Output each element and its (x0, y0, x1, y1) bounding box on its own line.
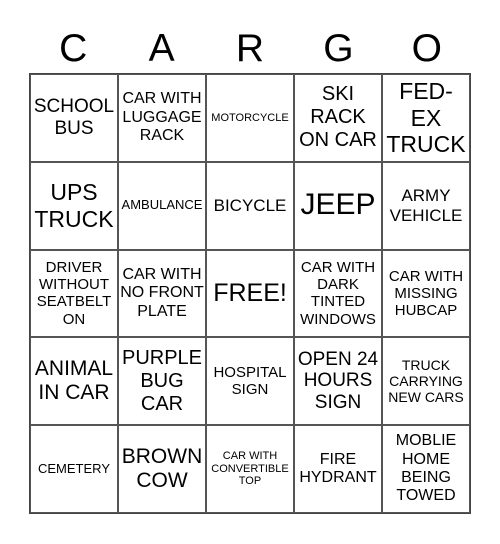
bingo-cell[interactable]: ANIMAL IN CAR (30, 337, 118, 426)
bingo-cell[interactable]: FED-EX TRUCK (382, 74, 470, 162)
bingo-cell[interactable]: PURPLE BUG CAR (118, 337, 206, 426)
bingo-cell[interactable]: TRUCK CARRYING NEW CARS (382, 337, 470, 426)
header-letter: A (148, 27, 175, 70)
bingo-cell[interactable]: BICYCLE (206, 161, 294, 250)
bingo-cell[interactable]: HOSPITAL SIGN (206, 337, 294, 426)
bingo-cell[interactable]: DRIVER WITHOUT SEATBELT ON (30, 249, 118, 338)
bingo-cell[interactable]: JEEP (294, 161, 382, 250)
bingo-cell[interactable]: CEMETERY (30, 425, 118, 513)
header-letter: O (411, 27, 442, 70)
bingo-cell[interactable]: MOTORCYCLE (206, 74, 294, 162)
bingo-cell[interactable]: BROWN COW (118, 425, 206, 513)
bingo-cell[interactable]: SKI RACK ON CAR (294, 74, 382, 162)
bingo-cell[interactable]: AMBULANCE (118, 161, 206, 250)
bingo-grid: SCHOOL BUS CAR WITH LUGGAGE RACK MOTORCYCL… (29, 73, 471, 514)
bingo-cell[interactable]: ARMY VEHICLE (382, 161, 470, 250)
header-letter: C (59, 27, 88, 70)
bingo-cell[interactable]: CAR WITH DARK TINTED WINDOWS (294, 249, 382, 338)
bingo-cell[interactable]: UPS TRUCK (30, 161, 118, 250)
bingo-cell[interactable]: CAR WITH MISSING HUBCAP (382, 249, 470, 338)
bingo-header: C A R G O (29, 26, 471, 72)
bingo-cell[interactable]: SCHOOL BUS (30, 74, 118, 162)
bingo-cell[interactable]: OPEN 24 HOURS SIGN (294, 337, 382, 426)
bingo-cell[interactable]: CAR WITH NO FRONT PLATE (118, 249, 206, 338)
header-letter: R (235, 27, 265, 70)
bingo-cell[interactable]: FIRE HYDRANT (294, 425, 382, 513)
bingo-cell[interactable]: CAR WITH CONVERTIBLE TOP (206, 425, 294, 513)
header-letter: G (323, 27, 354, 70)
bingo-cell[interactable]: MOBLIE HOME BEING TOWED (382, 425, 470, 513)
bingo-cell[interactable]: CAR WITH LUGGAGE RACK (118, 74, 206, 162)
free-space-cell[interactable]: FREE! (206, 249, 294, 338)
